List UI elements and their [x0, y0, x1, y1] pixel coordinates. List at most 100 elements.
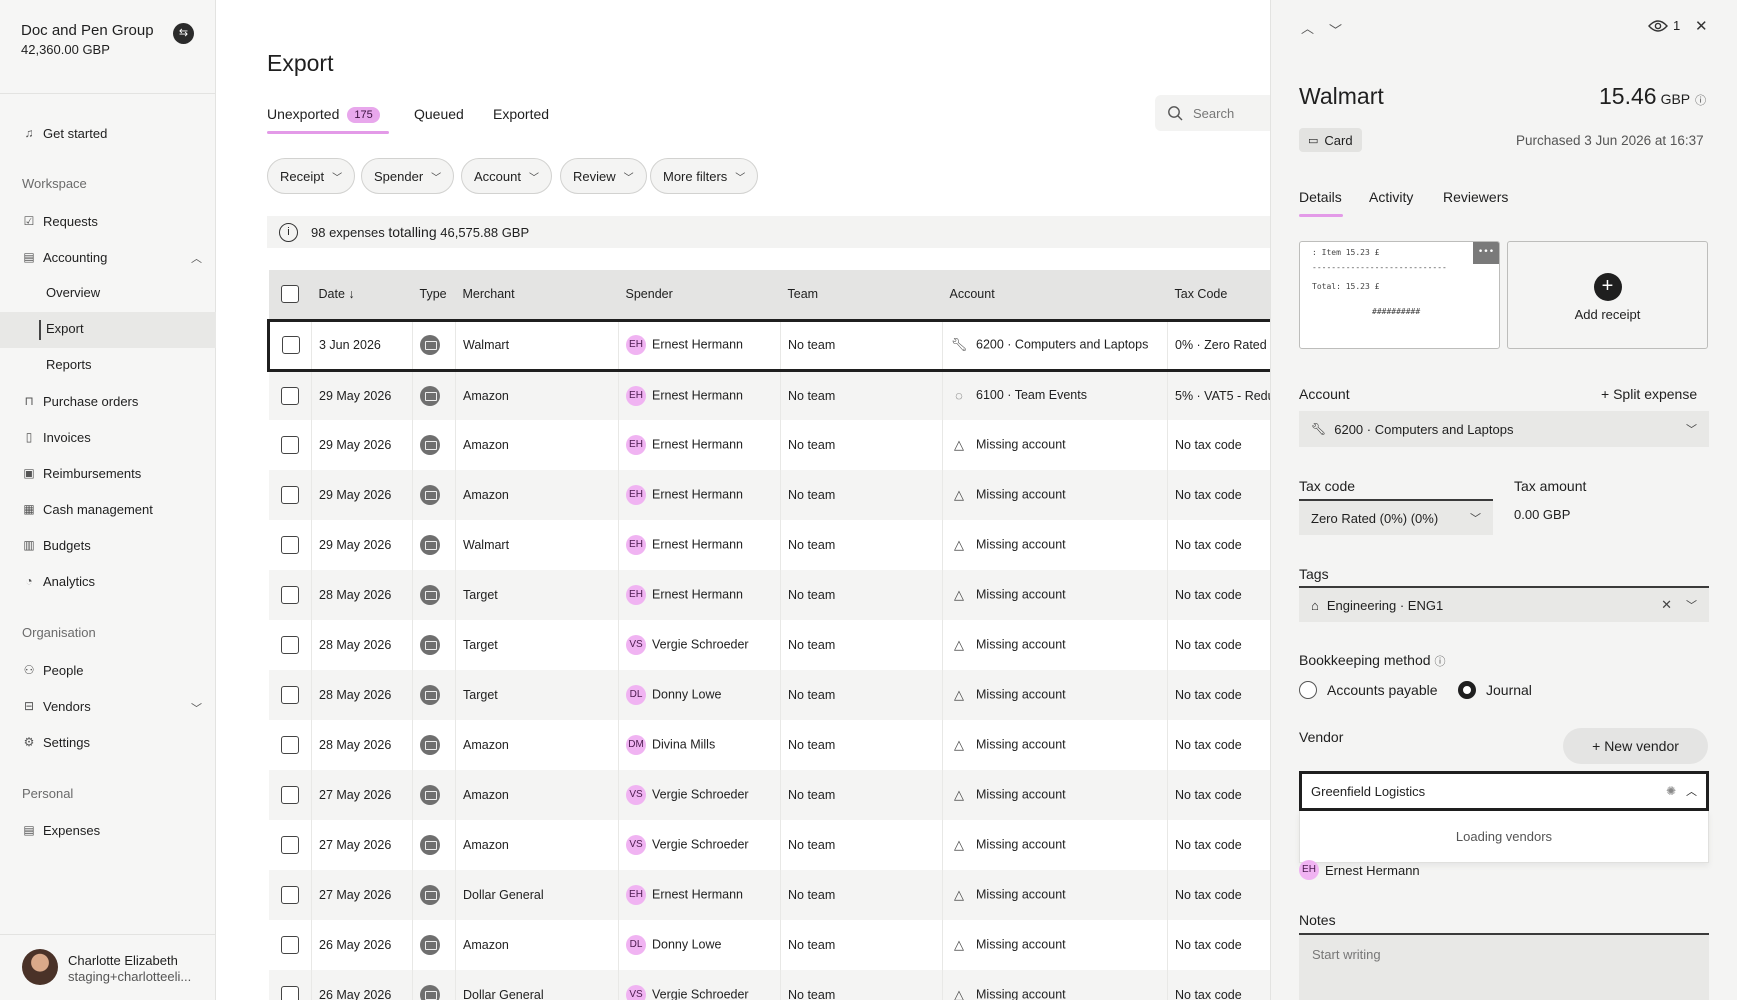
nav-budgets[interactable]: ▥ Budgets [22, 534, 90, 556]
row-select[interactable] [268, 770, 312, 820]
row-select[interactable] [268, 570, 312, 620]
table-row[interactable]: 26 May 2026 Dollar General VS Vergie Schroe… [268, 970, 1272, 1000]
radio-selected[interactable] [1458, 681, 1476, 699]
tags-select[interactable]: ⌂ Engineering · ENG1 ✕ ﹀ [1299, 586, 1709, 622]
row-checkbox[interactable] [280, 736, 299, 754]
table-row[interactable]: 29 May 2026 Amazon EH Ernest Hermann No team… [268, 470, 1272, 520]
viewers-indicator[interactable]: 1 [1648, 18, 1680, 33]
tab-reviewers[interactable]: Reviewers [1443, 189, 1508, 205]
tab-unexported[interactable]: Unexported 175 [267, 106, 380, 123]
row-select[interactable] [268, 670, 312, 720]
table-row[interactable]: 28 May 2026 Amazon DM Divina Mills No team △ M… [268, 720, 1272, 770]
more-options-icon[interactable]: ••• [1473, 242, 1499, 264]
new-vendor-button[interactable]: + New vendor [1563, 728, 1708, 764]
nav-get-started[interactable]: ♫ Get started [22, 122, 108, 144]
switch-org-icon[interactable]: ⇆ [173, 23, 194, 44]
filter-more[interactable]: More filters ﹀ [650, 158, 759, 194]
row-checkbox[interactable] [280, 686, 299, 704]
row-checkbox[interactable] [280, 636, 299, 654]
nav-analytics[interactable]: ◔ Analytics [22, 570, 95, 592]
row-checkbox[interactable] [280, 836, 299, 854]
help-icon[interactable]: ⓘ [1434, 656, 1445, 668]
split-expense-button[interactable]: + Split expense [1601, 386, 1697, 402]
row-checkbox[interactable] [280, 786, 299, 804]
close-icon[interactable]: ✕ [1695, 17, 1708, 35]
filter-receipt[interactable]: Receipt ﹀ [267, 158, 356, 194]
filter-review[interactable]: Review ﹀ [560, 158, 647, 194]
table-row[interactable]: 27 May 2026 Amazon VS Vergie Schroeder No te… [268, 820, 1272, 870]
chevron-up-icon[interactable]: ︿ [1301, 18, 1314, 37]
tab-details[interactable]: Details [1299, 189, 1342, 205]
tax-code-select[interactable]: Zero Rated (0%) (0%) ﹀ [1299, 499, 1493, 535]
nav-overview[interactable]: Overview [46, 285, 100, 300]
table-row[interactable]: 27 May 2026 Amazon VS Vergie Schroeder No te… [268, 770, 1272, 820]
table-row[interactable]: 28 May 2026 Target EH Ernest Hermann No team… [268, 570, 1272, 620]
row-checkbox[interactable] [280, 436, 299, 454]
nav-purchase-orders[interactable]: ⊓ Purchase orders [22, 390, 138, 412]
row-checkbox[interactable] [280, 936, 299, 954]
row-select[interactable] [267, 318, 312, 372]
table-row[interactable]: 3 Jun 2026 Walmart EH Ernest Hermann No team… [267, 318, 1272, 372]
bookkeeping-accounts-payable[interactable]: Accounts payable [1299, 681, 1438, 699]
row-select[interactable] [268, 720, 312, 770]
table-row[interactable]: 26 May 2026 Amazon DL Donny Lowe No team △ Mis… [268, 920, 1272, 970]
row-select[interactable] [268, 420, 312, 470]
row-select[interactable] [268, 870, 312, 920]
nav-export[interactable]: Export [46, 321, 84, 336]
vendor-input[interactable]: Greenfield Logistics ✺ ︿ [1299, 771, 1709, 811]
row-select[interactable] [268, 820, 312, 870]
chevron-up-icon[interactable]: ︿ [191, 250, 202, 266]
add-receipt-button[interactable]: + Add receipt [1507, 241, 1708, 349]
row-checkbox[interactable] [282, 336, 300, 354]
table-row[interactable]: 28 May 2026 Target DL Donny Lowe No team △ Mis… [268, 670, 1272, 720]
bookkeeping-journal[interactable]: Journal [1458, 681, 1532, 699]
tab-queued[interactable]: Queued [414, 106, 464, 122]
clear-icon[interactable]: ✕ [1661, 597, 1672, 613]
nav-reimbursements[interactable]: ▣ Reimbursements [22, 462, 141, 484]
row-checkbox[interactable] [280, 986, 299, 1000]
row-checkbox[interactable] [280, 886, 299, 904]
info-icon[interactable]: ⓘ [1695, 95, 1706, 107]
nav-people[interactable]: ⚇ People [22, 659, 84, 681]
notes-input[interactable]: Start writing [1299, 933, 1709, 1000]
row-select[interactable] [268, 920, 312, 970]
chevron-down-icon[interactable]: ﹀ [1329, 20, 1342, 39]
nav-expenses[interactable]: ▤ Expenses [22, 819, 100, 841]
chevron-down-icon[interactable]: ﹀ [191, 700, 202, 716]
select-all-checkbox[interactable] [280, 285, 299, 304]
row-checkbox[interactable] [280, 386, 299, 405]
radio-unselected[interactable] [1299, 681, 1317, 699]
nav-invoices[interactable]: ▯ Invoices [22, 426, 91, 448]
nav-accounting[interactable]: ▤ Accounting [22, 246, 107, 268]
row-select[interactable] [268, 370, 312, 420]
tab-exported[interactable]: Exported [493, 106, 549, 122]
row-checkbox[interactable] [280, 586, 299, 604]
avatar[interactable] [22, 949, 58, 985]
row-select[interactable] [268, 470, 312, 520]
table-row[interactable]: 29 May 2026 Amazon EH Ernest Hermann No team… [268, 370, 1272, 420]
row-select[interactable] [268, 520, 312, 570]
filter-account[interactable]: Account ﹀ [461, 158, 552, 194]
row-select[interactable] [268, 620, 312, 670]
org-header[interactable]: Doc and Pen Group 42,360.00 GBP [0, 0, 216, 94]
account-select[interactable]: 🔧︎ 6200 · Computers and Laptops ﹀ [1299, 411, 1709, 447]
nav-settings[interactable]: ⚙ Settings [22, 731, 90, 753]
nav-reports[interactable]: Reports [46, 357, 92, 372]
search-input[interactable]: Search [1155, 95, 1270, 131]
table-row[interactable]: 27 May 2026 Dollar General EH Ernest Herman… [268, 870, 1272, 920]
table-row[interactable]: 29 May 2026 Walmart EH Ernest Hermann No tea… [268, 520, 1272, 570]
select-all-header[interactable] [268, 270, 312, 320]
row-select[interactable] [268, 970, 312, 1000]
header-date[interactable]: Date ↓ [311, 270, 413, 320]
filter-spender[interactable]: Spender ﹀ [361, 158, 455, 194]
table-row[interactable]: 28 May 2026 Target VS Vergie Schroeder No te… [268, 620, 1272, 670]
row-checkbox[interactable] [280, 536, 299, 554]
nav-cash-management[interactable]: ▦ Cash management [22, 498, 153, 520]
table-row[interactable]: 29 May 2026 Amazon EH Ernest Hermann No team… [268, 420, 1272, 470]
nav-requests[interactable]: ☑ Requests [22, 210, 98, 232]
nav-vendors[interactable]: ⊟ Vendors [22, 695, 91, 717]
chevron-up-icon[interactable]: ︿ [1686, 783, 1697, 799]
receipt-thumbnail[interactable]: : Item 15.23 £ -------------------------… [1299, 241, 1500, 349]
tab-activity[interactable]: Activity [1369, 189, 1413, 205]
row-checkbox[interactable] [280, 486, 299, 504]
